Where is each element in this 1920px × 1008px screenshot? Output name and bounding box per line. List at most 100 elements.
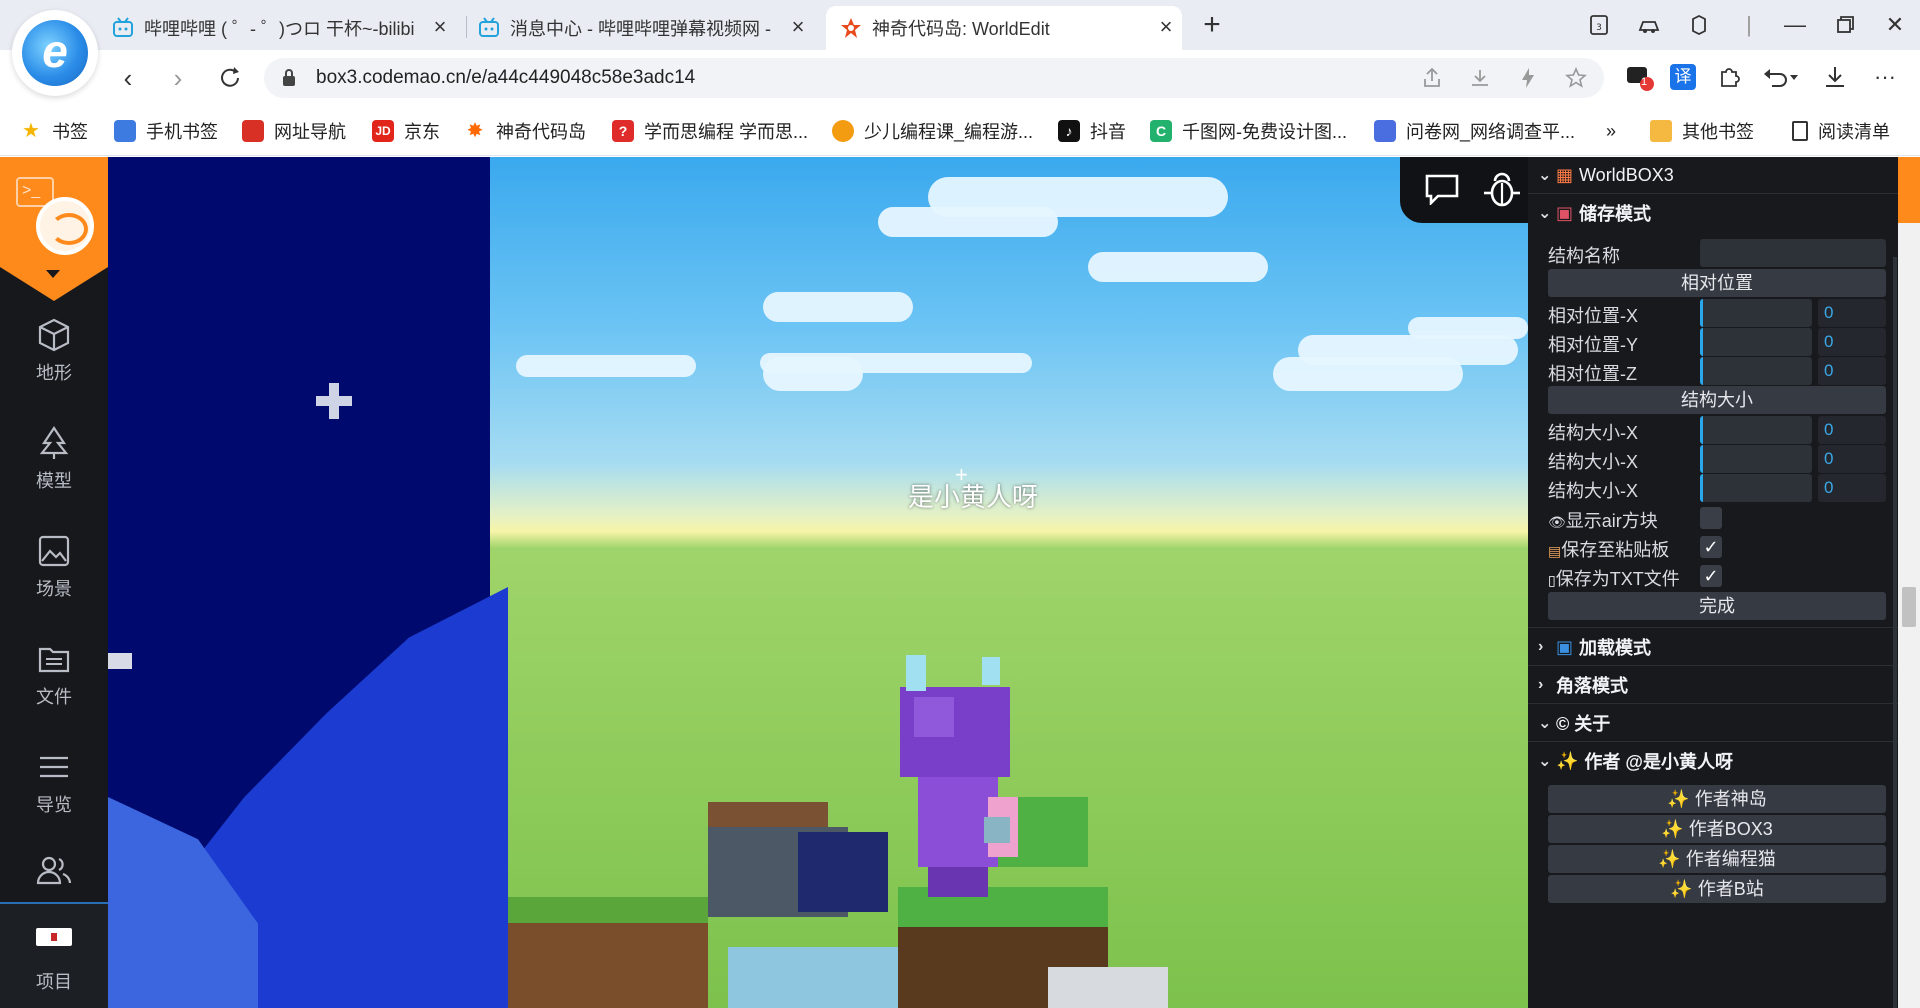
extensions-icon[interactable]: [1684, 10, 1714, 40]
extension-notify-icon[interactable]: 1: [1624, 62, 1654, 92]
puzzle-icon[interactable]: [1714, 62, 1744, 92]
section-corner-mode[interactable]: › 角落模式: [1528, 667, 1898, 703]
box3-logo[interactable]: [36, 197, 94, 255]
rel-z-slider[interactable]: [1700, 357, 1812, 385]
panel-title: WorldBOX3: [1579, 164, 1674, 185]
panel-title-row[interactable]: ⌄ ▦ WorldBOX3: [1528, 157, 1898, 193]
address-bar[interactable]: box3.codemao.cn/e/a44c449048c58e3adc14: [264, 58, 1604, 98]
chevron-down-icon: ⌄: [1538, 715, 1552, 732]
bug-icon[interactable]: [1482, 171, 1522, 209]
sidebar-item-file[interactable]: 文件: [0, 641, 108, 733]
codemao-icon: [841, 18, 861, 38]
section-about[interactable]: ⌄ © 关于: [1528, 705, 1898, 741]
save-txt-checkbox[interactable]: ✓: [1700, 565, 1722, 587]
close-tab-icon[interactable]: ×: [1154, 15, 1178, 39]
field-label: 结构大小-X: [1548, 452, 1638, 472]
tab-actions-icon[interactable]: 3: [1584, 10, 1614, 40]
bookmark-label: 抖音: [1090, 122, 1126, 142]
download-page-icon[interactable]: [1468, 66, 1492, 90]
editor-app: >_ 地形 模型 场景 文件 导览 项目 + 是小黄人呀 ⌄ ▦ WorldBO…: [0, 157, 1920, 1008]
folder-icon: [1650, 120, 1672, 142]
size-x-slider[interactable]: [1700, 474, 1812, 502]
close-tab-icon[interactable]: ×: [786, 15, 810, 39]
minimize-button[interactable]: —: [1780, 10, 1810, 40]
window-separator: |: [1746, 12, 1752, 37]
author-link-button[interactable]: ✨ 作者BOX3: [1548, 815, 1886, 843]
reading-list-button[interactable]: 阅读清单: [1792, 118, 1890, 144]
forward-button[interactable]: ›: [162, 62, 194, 94]
sidebar-item-project[interactable]: 项目: [0, 902, 108, 1008]
sidebar-item-users[interactable]: [0, 853, 108, 901]
chat-icon[interactable]: [1424, 173, 1460, 205]
author-link-button[interactable]: ✨ 作者编程猫: [1548, 845, 1886, 873]
share-icon[interactable]: [1420, 66, 1444, 90]
rel-y-slider[interactable]: [1700, 328, 1812, 356]
tab-bilibili-home[interactable]: 哔哩哔哩 ( ゜- ゜)つロ 干杯~-bilibili ×: [112, 6, 456, 50]
section-save-mode[interactable]: ⌄ ▣ 储存模式: [1528, 195, 1898, 231]
size-x-slider[interactable]: [1700, 445, 1812, 473]
panel-scrollbar[interactable]: [1893, 257, 1897, 1008]
field-label: 相对位置-Z: [1548, 364, 1637, 384]
collections-icon[interactable]: [1634, 10, 1664, 40]
chevron-down-icon[interactable]: [46, 270, 60, 278]
done-button[interactable]: 完成: [1548, 592, 1886, 620]
restore-button[interactable]: [1830, 10, 1860, 40]
tab-worldedit[interactable]: 神奇代码岛: WorldEdit ×: [826, 6, 1182, 50]
structure-size-button[interactable]: 结构大小: [1548, 386, 1886, 414]
sidebar-item-label: 场景: [36, 579, 72, 599]
browser-logo[interactable]: e: [12, 10, 98, 96]
tab-title: 消息中心 - 哔哩哔哩弹幕视频网 -: [510, 19, 771, 39]
bookmark-item[interactable]: 手机书签: [114, 118, 218, 144]
section-load-mode[interactable]: › ▣ 加载模式: [1528, 629, 1898, 665]
users-icon: [36, 856, 72, 885]
bookmarks-bar: ★ 书签 手机书签 网址导航 JD 京东 ✸ 神奇代码岛 ? 学而思编程 学而思... …: [0, 106, 1920, 156]
more-menu-icon[interactable]: ···: [1870, 62, 1900, 92]
small-block: [108, 653, 132, 669]
author-link-button[interactable]: ✨ 作者神岛: [1548, 785, 1886, 813]
lightning-icon[interactable]: [1516, 66, 1540, 90]
show-air-checkbox[interactable]: [1700, 507, 1722, 529]
section-author[interactable]: ⌄ ✨ 作者 @是小黄人呀: [1528, 743, 1898, 779]
undo-dropdown-icon[interactable]: [1760, 62, 1800, 92]
relative-position-button[interactable]: 相对位置: [1548, 269, 1886, 297]
rel-z-value[interactable]: 0: [1818, 357, 1886, 385]
game-viewport[interactable]: + 是小黄人呀: [108, 157, 1528, 1008]
bookmark-label: 其他书签: [1682, 122, 1754, 142]
struct-name-input[interactable]: [1700, 239, 1886, 267]
translate-button[interactable]: 译: [1670, 64, 1696, 90]
sidebar-item-scene[interactable]: 场景: [0, 533, 108, 625]
bookmark-item[interactable]: C 千图网-免费设计图...: [1150, 118, 1347, 144]
star-icon[interactable]: [1564, 66, 1588, 90]
bookmark-item[interactable]: 网址导航: [242, 118, 346, 144]
new-tab-button[interactable]: +: [1196, 10, 1228, 42]
bookmark-item[interactable]: 问卷网_网络调查平...: [1374, 118, 1575, 144]
rel-x-slider[interactable]: [1700, 299, 1812, 327]
other-bookmarks-folder[interactable]: 其他书签: [1650, 118, 1754, 144]
author-link-button[interactable]: ✨ 作者B站: [1548, 875, 1886, 903]
size-x-value[interactable]: 0: [1818, 416, 1886, 444]
bookmark-item[interactable]: 少儿编程课_编程游...: [832, 118, 1033, 144]
size-x-value[interactable]: 0: [1818, 474, 1886, 502]
bookmark-item[interactable]: ♪ 抖音: [1058, 118, 1126, 144]
bookmark-item[interactable]: JD 京东: [372, 118, 440, 144]
close-tab-icon[interactable]: ×: [428, 15, 452, 39]
sidebar-item-guide[interactable]: 导览: [0, 749, 108, 841]
reload-icon[interactable]: [214, 62, 246, 94]
tab-bilibili-messages[interactable]: 消息中心 - 哔哩哔哩弹幕视频网 - ×: [478, 6, 814, 50]
close-window-button[interactable]: ✕: [1880, 10, 1910, 40]
bookmarks-more-button[interactable]: »: [1606, 118, 1616, 144]
sidebar-item-model[interactable]: 模型: [0, 425, 108, 517]
back-button[interactable]: ‹: [112, 62, 144, 94]
size-x-slider[interactable]: [1700, 416, 1812, 444]
bookmark-item[interactable]: ★ 书签: [20, 118, 88, 144]
size-x-value[interactable]: 0: [1818, 445, 1886, 473]
bookmark-item[interactable]: ✸ 神奇代码岛: [464, 118, 586, 144]
sidebar-item-terrain[interactable]: 地形: [0, 317, 108, 409]
rel-x-value[interactable]: 0: [1818, 299, 1886, 327]
rel-y-value[interactable]: 0: [1818, 328, 1886, 356]
save-clipboard-checkbox[interactable]: ✓: [1700, 536, 1722, 558]
bookmark-item[interactable]: ? 学而思编程 学而思...: [612, 118, 808, 144]
page-scrollbar[interactable]: [1898, 157, 1920, 1008]
scrollbar-thumb[interactable]: [1902, 587, 1916, 627]
downloads-icon[interactable]: [1820, 62, 1850, 92]
